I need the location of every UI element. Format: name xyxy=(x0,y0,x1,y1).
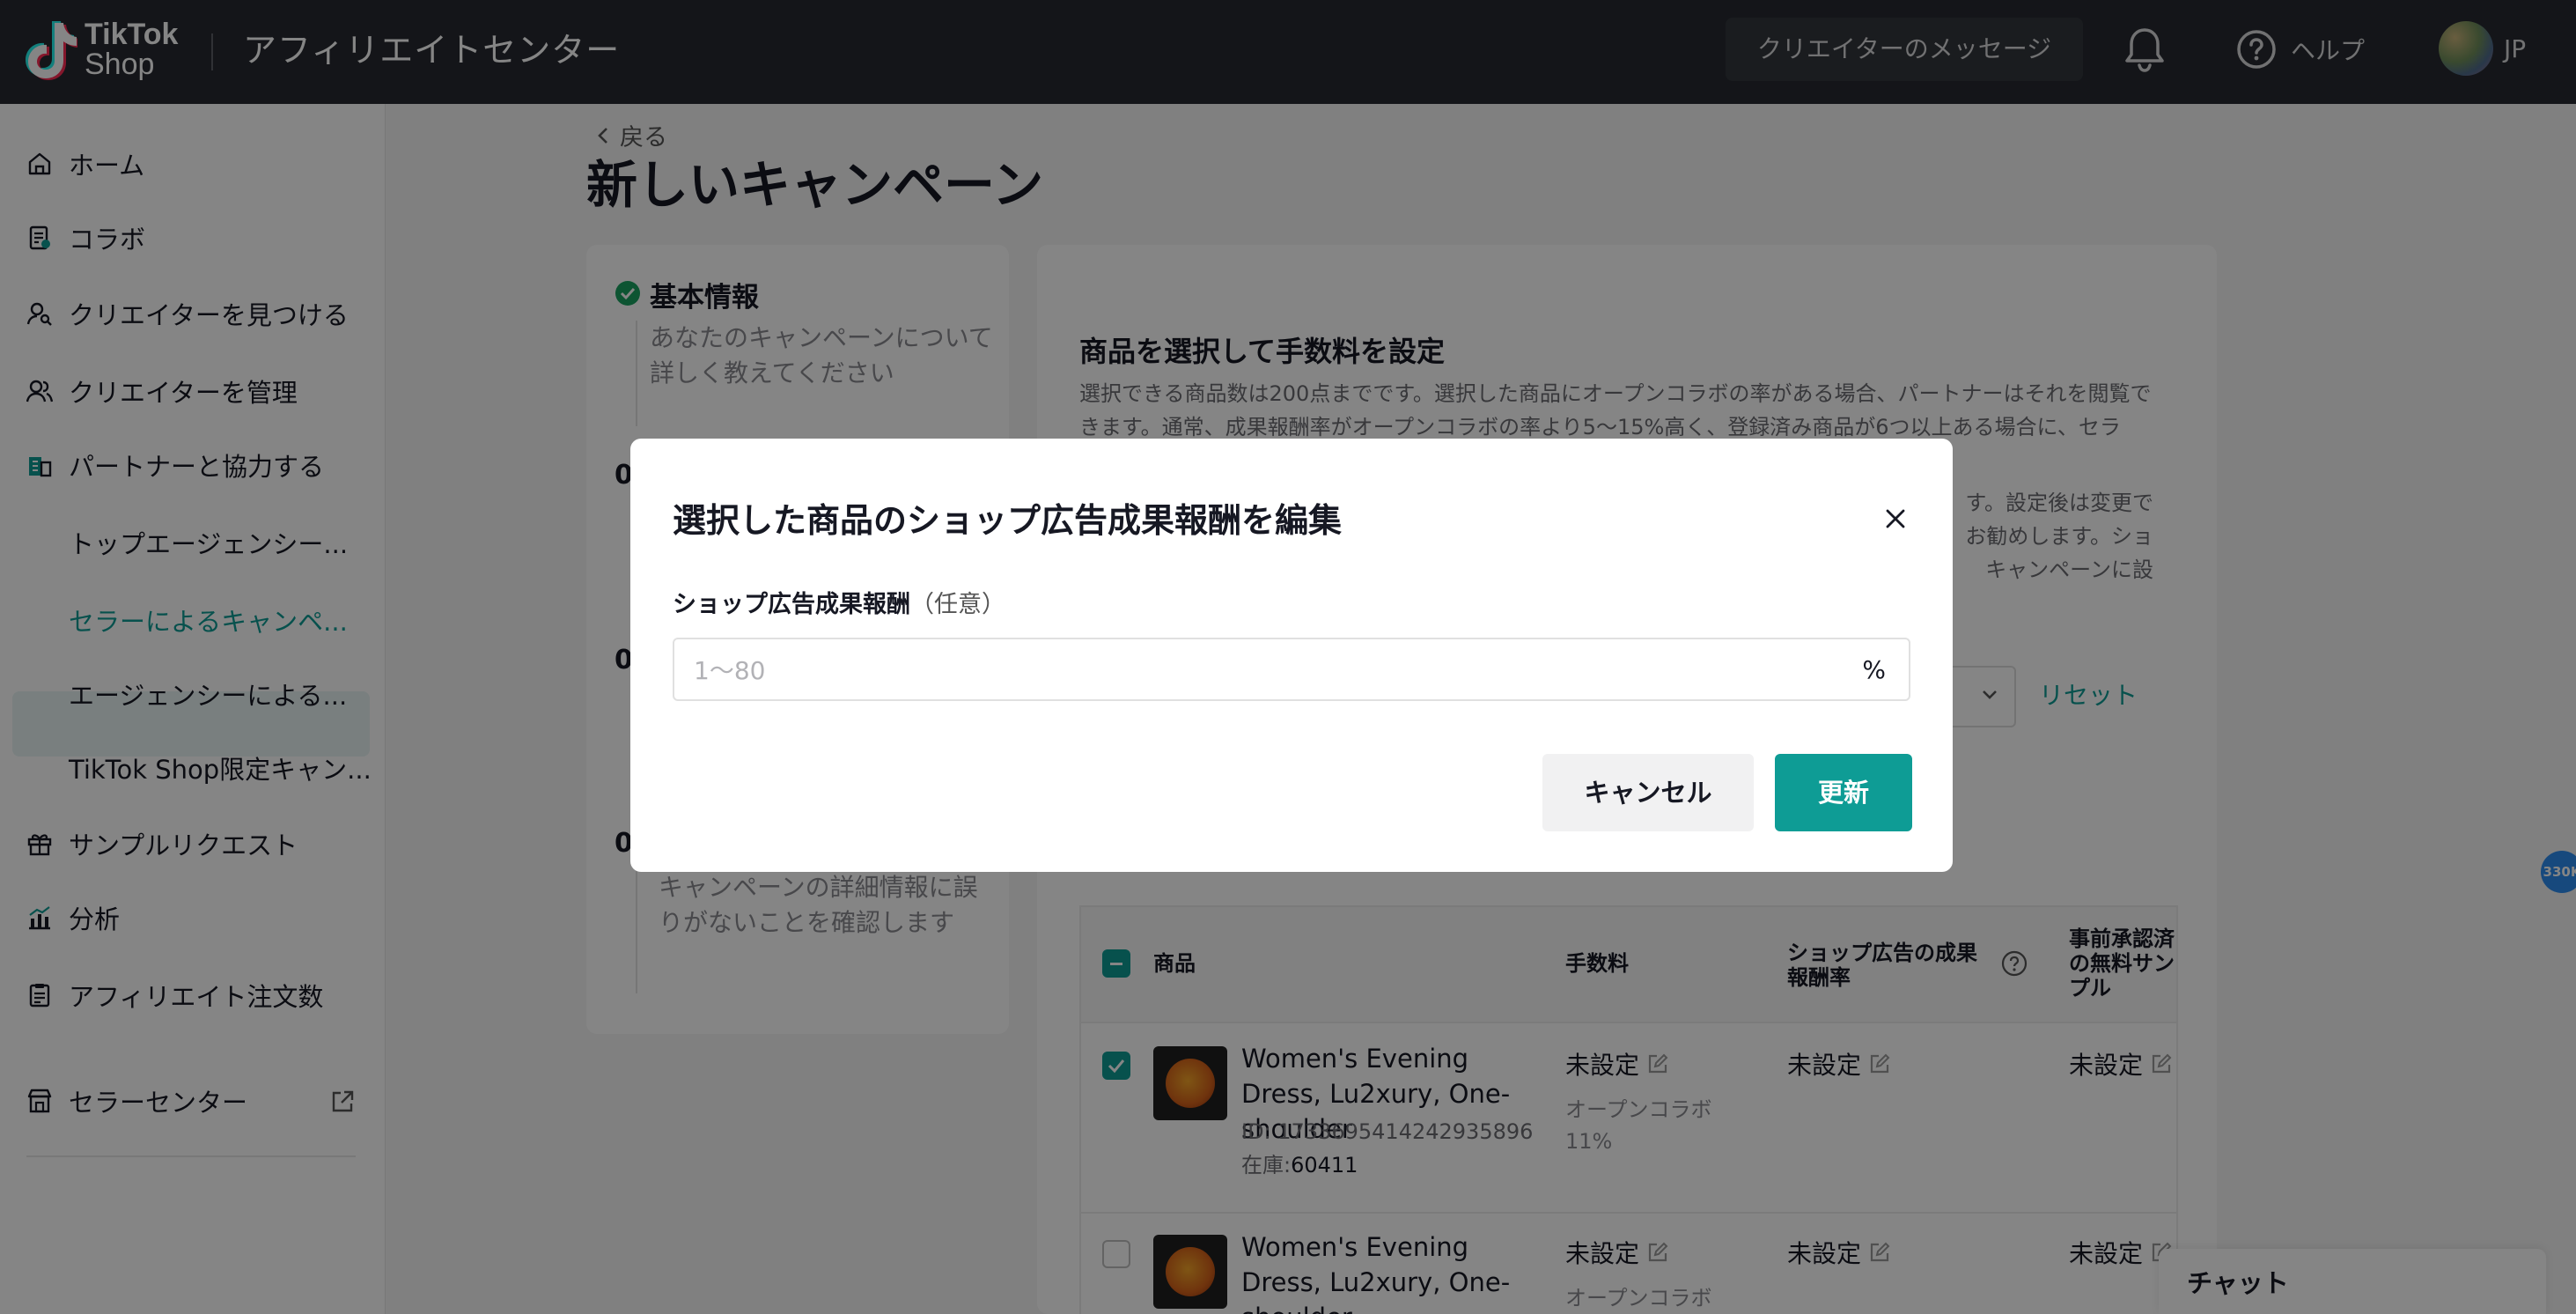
field-label: ショップ広告成果報酬（任意） xyxy=(673,585,1005,619)
edit-shop-ads-commission-dialog: 選択した商品のショップ広告成果報酬を編集 ショップ広告成果報酬（任意） % キャ… xyxy=(630,439,1953,872)
field-label-text: ショップ広告成果報酬 xyxy=(673,591,910,618)
shop-ads-commission-input[interactable] xyxy=(694,648,1838,692)
shop-ads-commission-field: % xyxy=(673,638,1910,701)
close-icon[interactable] xyxy=(1879,502,1912,535)
field-optional-text: （任意） xyxy=(910,591,1005,618)
update-button[interactable]: 更新 xyxy=(1775,754,1912,831)
dialog-title: 選択した商品のショップ広告成果報酬を編集 xyxy=(673,501,1343,540)
cancel-button[interactable]: キャンセル xyxy=(1542,754,1754,831)
percent-unit: % xyxy=(1862,655,1886,684)
